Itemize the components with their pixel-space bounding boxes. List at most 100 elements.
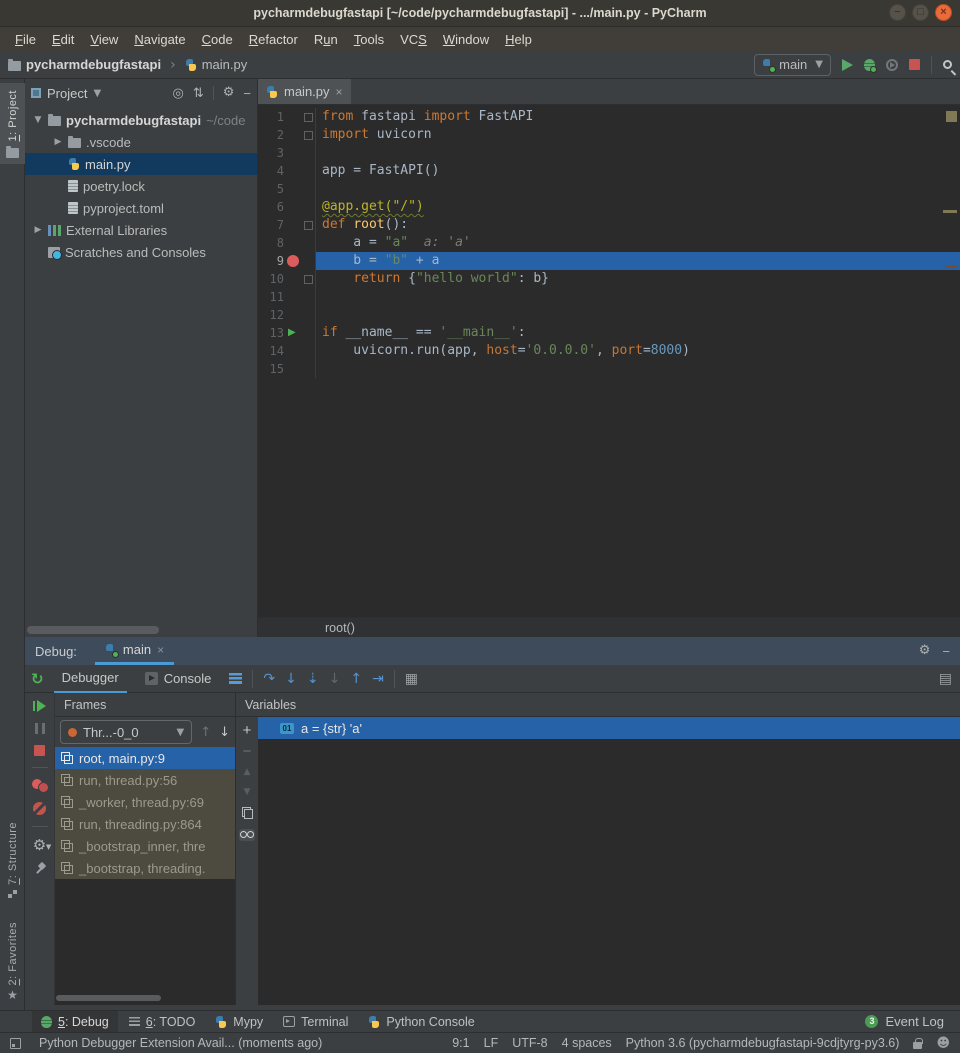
code-line-12[interactable]: 12 (258, 306, 960, 324)
code-line-7[interactable]: 7def root(): (258, 216, 960, 234)
frame-row[interactable]: _worker, thread.py:69 (55, 791, 235, 813)
breadcrumb-project[interactable]: pycharmdebugfastapi (26, 57, 161, 72)
next-frame-icon[interactable]: ↓ (219, 725, 230, 740)
code-line-3[interactable]: 3 (258, 144, 960, 162)
tree-item-pyproject-toml[interactable]: pyproject.toml (25, 197, 257, 219)
gear-icon[interactable]: ⚙ (919, 644, 931, 658)
search-everywhere-icon[interactable] (943, 60, 952, 69)
run-to-cursor-icon[interactable]: ⇥ (372, 672, 384, 686)
run-config-selector[interactable]: main ▼ (754, 54, 831, 76)
editor-tab-main-py[interactable]: main.py × (258, 79, 351, 104)
project-panel-title[interactable]: Project (47, 86, 87, 101)
tree-item-external-libraries[interactable]: ▶External Libraries (25, 219, 257, 241)
expander-icon[interactable]: ▶ (33, 225, 43, 235)
stop-icon[interactable] (34, 745, 45, 756)
view-breakpoints-icon[interactable] (32, 779, 47, 791)
stripe-button-2-favorites[interactable]: 2: Favorites★ (0, 915, 25, 1006)
code-editor[interactable]: 1from fastapi import FastAPI2import uvic… (258, 105, 960, 617)
code-line-10[interactable]: 10 return {"hello world": b} (258, 270, 960, 288)
tree-item-pycharmdebugfastapi[interactable]: ▼pycharmdebugfastapi ~/code (25, 109, 257, 131)
frame-row[interactable]: _bootstrap_inner, thre (55, 835, 235, 857)
error-stripe-warning-mark[interactable] (943, 210, 957, 213)
hide-panel-icon[interactable]: − (243, 86, 251, 101)
step-out-icon[interactable]: ↑ (350, 672, 362, 686)
step-into-my-code-icon[interactable]: ⇣ (307, 672, 319, 686)
inspections-profile-icon[interactable]: ☻ (936, 1036, 950, 1051)
locate-file-icon[interactable]: ◎ (173, 86, 184, 101)
error-stripe-breakpoint-mark[interactable] (945, 265, 957, 268)
expander-icon[interactable]: ▶ (53, 137, 63, 147)
tab-console[interactable]: Console (137, 665, 220, 693)
menu-run[interactable]: Run (307, 30, 345, 49)
coverage-button[interactable] (886, 59, 898, 71)
maximize-button[interactable]: □ (912, 4, 929, 21)
pause-icon[interactable] (35, 723, 45, 734)
menu-navigate[interactable]: Navigate (127, 30, 192, 49)
tree-item--vscode[interactable]: ▶.vscode (25, 131, 257, 153)
frame-row[interactable]: run, thread.py:56 (55, 769, 235, 791)
move-watch-down-icon[interactable]: ▼ (244, 787, 251, 797)
step-over-icon[interactable]: ↷ (263, 672, 275, 686)
chevron-down-icon[interactable]: ▼ (93, 88, 101, 99)
breadcrumb-function[interactable]: root() (325, 621, 355, 635)
toolwindow-tab-5-debug[interactable]: 5: Debug (32, 1011, 118, 1033)
close-session-icon[interactable]: × (157, 643, 164, 657)
status-widget[interactable]: LF (484, 1036, 499, 1050)
restore-layout-icon[interactable]: ▤ (939, 671, 952, 687)
stripe-button-1-project[interactable]: 1: Project (0, 83, 25, 164)
code-line-15[interactable]: 15 (258, 360, 960, 378)
debug-session-tab[interactable]: main × (95, 637, 174, 665)
lock-icon[interactable] (913, 1042, 922, 1049)
force-step-into-icon[interactable]: ↓ (329, 672, 341, 686)
debug-settings-icon[interactable]: ⚙▼ (33, 838, 46, 852)
tree-item-main-py[interactable]: main.py (25, 153, 257, 175)
menu-vcs[interactable]: VCS (393, 30, 434, 49)
menu-view[interactable]: View (83, 30, 125, 49)
toolwindow-tab-python-console[interactable]: Python Console (359, 1011, 483, 1033)
minimize-button[interactable]: − (889, 4, 906, 21)
close-button[interactable]: × (935, 4, 952, 21)
tree-item-scratches-and-consoles[interactable]: Scratches and Consoles (25, 241, 257, 263)
status-widget[interactable]: Python 3.6 (pycharmdebugfastapi-9cdjtyrg… (626, 1036, 900, 1050)
code-line-11[interactable]: 11 (258, 288, 960, 306)
mute-breakpoints-icon[interactable] (33, 802, 46, 815)
pin-tab-icon[interactable] (34, 863, 46, 875)
expander-icon[interactable]: ▼ (33, 115, 43, 125)
menu-file[interactable]: File (8, 30, 43, 49)
scrollbar-thumb[interactable] (27, 626, 159, 634)
code-line-9[interactable]: 9 b = "b" + a (258, 252, 960, 270)
code-line-14[interactable]: 14 uvicorn.run(app, host='0.0.0.0', port… (258, 342, 960, 360)
fold-icon[interactable] (301, 270, 316, 288)
breakpoint-icon[interactable] (287, 255, 299, 267)
evaluate-expression-icon[interactable]: ▦ (405, 671, 418, 687)
menu-code[interactable]: Code (195, 30, 240, 49)
threads-view-icon[interactable] (229, 673, 242, 684)
status-message[interactable]: Python Debugger Extension Avail... (mome… (39, 1036, 322, 1050)
code-line-4[interactable]: 4app = FastAPI() (258, 162, 960, 180)
breadcrumb-file[interactable]: main.py (202, 57, 248, 72)
status-widget[interactable]: 9:1 (452, 1036, 469, 1050)
toggle-toolwindows-icon[interactable] (10, 1038, 21, 1049)
menu-window[interactable]: Window (436, 30, 496, 49)
code-line-6[interactable]: 6@app.get("/") (258, 198, 960, 216)
hide-panel-icon[interactable]: − (942, 644, 950, 659)
menu-help[interactable]: Help (498, 30, 539, 49)
code-line-1[interactable]: 1from fastapi import FastAPI (258, 108, 960, 126)
step-into-icon[interactable]: ↓ (285, 672, 297, 686)
frame-row[interactable]: run, threading.py:864 (55, 813, 235, 835)
stripe-button-7-structure[interactable]: 7: Structure (0, 815, 25, 905)
fold-icon[interactable] (301, 216, 316, 234)
fold-icon[interactable] (301, 126, 316, 144)
duplicate-watch-icon[interactable] (242, 807, 253, 819)
close-tab-icon[interactable]: × (336, 85, 343, 99)
remove-watch-icon[interactable]: − (243, 747, 252, 757)
stop-button[interactable] (909, 59, 920, 70)
toolwindow-tab-terminal[interactable]: Terminal (274, 1011, 357, 1033)
previous-frame-icon[interactable]: ↑ (200, 725, 211, 740)
menu-tools[interactable]: Tools (347, 30, 391, 49)
code-line-5[interactable]: 5 (258, 180, 960, 198)
status-widget[interactable]: 4 spaces (562, 1036, 612, 1050)
frames-hscrollbar-thumb[interactable] (56, 995, 161, 1001)
rerun-icon[interactable]: ↻ (31, 670, 44, 688)
menu-refactor[interactable]: Refactor (242, 30, 305, 49)
